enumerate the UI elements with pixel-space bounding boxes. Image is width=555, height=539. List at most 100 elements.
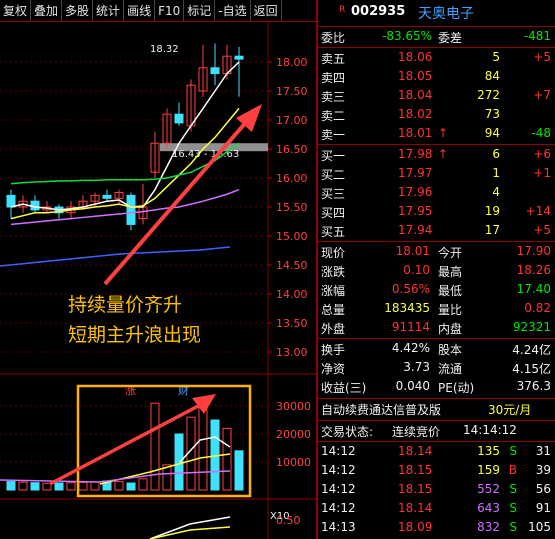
volume-bar [114, 481, 124, 491]
fundamental-value: 4.15亿 [512, 362, 551, 376]
price-tick-label: 13.50 [276, 317, 308, 330]
volume-bar [54, 482, 64, 491]
stat-label: 量比 [438, 303, 463, 317]
bid-label: 买三 [321, 187, 346, 201]
toolbar-button[interactable]: F10 [155, 0, 185, 21]
volume-bar [126, 482, 136, 491]
volume-bar [66, 482, 76, 491]
toolbar-button[interactable]: 多股 [62, 0, 94, 21]
tick-count: 39 [535, 463, 551, 477]
ask-price: 18.01 [398, 126, 433, 140]
ask-volume: 272 [477, 88, 500, 102]
toolbar-button[interactable]: 统计 [93, 0, 125, 21]
bid-price: 17.96 [398, 185, 433, 199]
bid-change: +5 [533, 223, 551, 237]
fundamental-value: 4.24亿 [512, 343, 551, 357]
ask-label: 卖三 [321, 90, 346, 104]
trade-status-label: 交易状态: [321, 425, 374, 439]
ask-volume: 84 [484, 69, 500, 83]
weicha-label: 委差 [438, 31, 463, 45]
ask-price: 18.04 [398, 88, 433, 102]
price-tick-label: 14.50 [276, 259, 308, 272]
volume-bar [174, 433, 184, 491]
ask-price: 18.02 [398, 107, 433, 121]
toolbar-button[interactable]: 复权 [0, 0, 32, 21]
tick-time: 14:12 [321, 501, 356, 515]
tick-time: 14:12 [321, 482, 356, 496]
tick-price: 18.14 [398, 501, 433, 515]
divider [318, 398, 555, 399]
ad-row[interactable]: 自动续费通达信普及版 30元/月 [318, 400, 555, 419]
candle-body [30, 200, 40, 211]
divider [318, 420, 555, 421]
stat-label: 内盘 [438, 322, 463, 336]
tick-direction: S [509, 444, 517, 458]
candle-body [126, 194, 136, 225]
toolbar-button[interactable]: 标记 [184, 0, 216, 21]
toolbar-button[interactable]: -自选 [215, 0, 251, 21]
volume-bar [78, 481, 88, 491]
fundamental-label: PE(动) [438, 381, 475, 395]
trade-status-time: 14:14:12 [463, 423, 517, 437]
bid-volume: 17 [484, 223, 500, 237]
volume-tick-label: 30000 [276, 400, 311, 413]
bid-row: 买三 17.96 4 [318, 184, 555, 203]
stat-label: 总量 [321, 303, 346, 317]
bid-volume: 1 [492, 166, 500, 180]
volume-bar [198, 399, 208, 491]
ask-volume: 94 [484, 126, 500, 140]
bid-price: 17.98 [398, 147, 433, 161]
price-tick-label: 17.50 [276, 85, 308, 98]
annotation-line-1: 持续量价齐升 [68, 294, 183, 316]
divider [318, 47, 555, 48]
fundamental-label: 换手 [321, 343, 346, 357]
tick-row: 14:12 18.14 643 S 91 [318, 500, 555, 519]
bid-change: +6 [533, 147, 551, 161]
tick-row: 14:12 18.14 135 S 31 [318, 443, 555, 462]
stat-value: 17.40 [516, 282, 551, 296]
candle-body [102, 194, 112, 199]
margin-tag: R [339, 5, 346, 15]
tick-count: 91 [535, 501, 551, 515]
toolbar-button[interactable]: 返回 [251, 0, 282, 21]
bid-row: 买五 17.94 17 +5 [318, 222, 555, 241]
bid-label: 买二 [321, 168, 346, 182]
bid-volume: 19 [484, 204, 500, 218]
ask-change: +7 [533, 88, 551, 102]
stat-value: 18.26 [516, 263, 551, 277]
volume-bar [90, 481, 100, 491]
annotation-line-2: 短期主升浪出现 [68, 324, 202, 346]
volume-arrow-head [192, 394, 216, 414]
ad-price[interactable]: 30元/月 [488, 401, 531, 418]
up-arrow-icon: ↑ [438, 147, 449, 161]
fundamental-row: 收益(三) 0.040 PE(动) 376.3 [318, 378, 555, 397]
divider [318, 441, 555, 442]
fundamental-value: 0.040 [395, 379, 430, 393]
high-label: 18.32 [150, 44, 179, 55]
fundamental-label: 收益(三) [321, 381, 367, 395]
volume-bar [6, 481, 16, 491]
volume-bar [30, 482, 40, 491]
weibi-value: -83.65% [382, 29, 433, 43]
ask-label: 卖五 [321, 52, 346, 66]
stat-row: 总量 183435 量比 0.82 [318, 300, 555, 319]
volume-bar [18, 481, 28, 491]
stat-row: 外盘 91114 内盘 92321 [318, 319, 555, 338]
bid-volume: 6 [492, 147, 500, 161]
volume-bar [138, 478, 148, 491]
toolbar-button[interactable]: 叠加 [31, 0, 63, 21]
ask-change: -48 [531, 126, 551, 140]
stock-name[interactable]: 天奥电子 [418, 3, 474, 23]
ask-price: 18.05 [398, 69, 433, 83]
ask-row: 卖三 18.04 272 +7 [318, 87, 555, 106]
ma10-line [10, 107, 240, 220]
stat-value: 92321 [512, 320, 551, 334]
fundamental-label: 股本 [438, 343, 463, 357]
stock-code[interactable]: 002935 [351, 4, 405, 19]
ad-text[interactable]: 自动续费通达信普及版 [321, 401, 441, 418]
bid-label: 买五 [321, 225, 346, 239]
divider [318, 144, 555, 145]
toolbar-button[interactable]: 画线 [124, 0, 156, 21]
fundamental-row: 净资 3.73 流通 4.15亿 [318, 359, 555, 378]
price-tick-label: 18.00 [276, 56, 308, 69]
